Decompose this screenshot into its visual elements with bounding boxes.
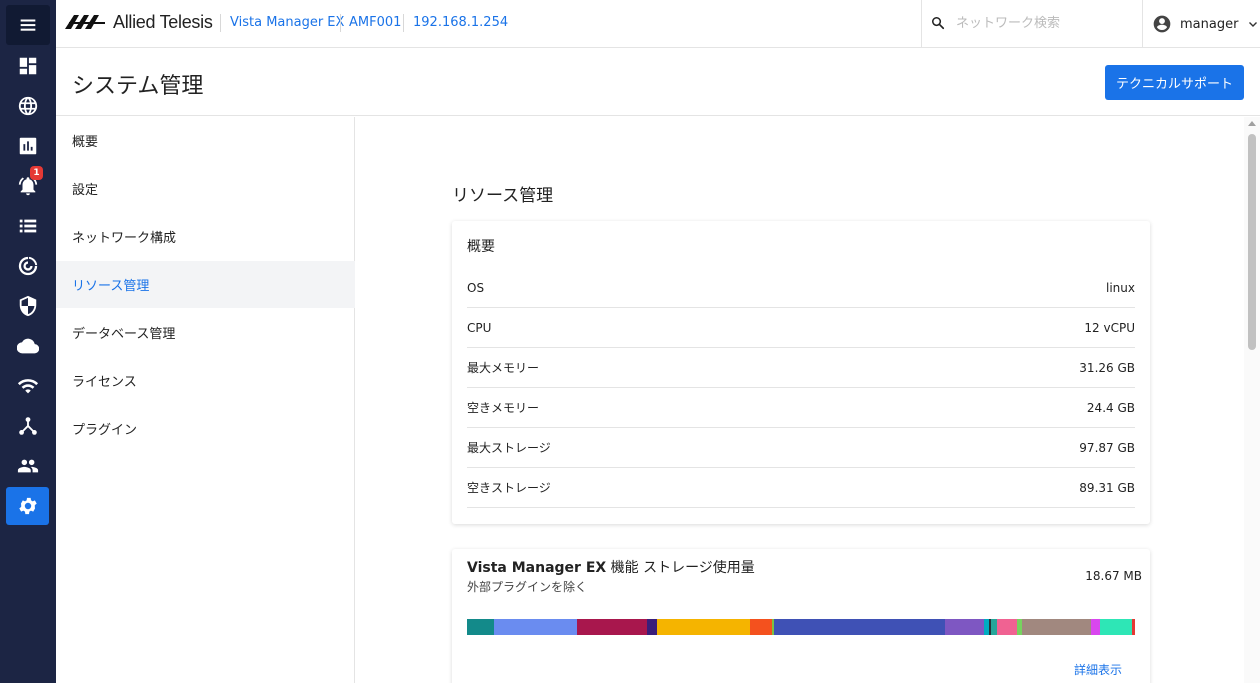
subnav-item-resource-management[interactable]: リソース管理 xyxy=(56,261,355,308)
network-search xyxy=(921,0,1143,47)
storage-usage-bar xyxy=(467,619,1135,635)
page-header: システム管理 テクニカルサポート xyxy=(56,48,1260,116)
storage-segment[interactable] xyxy=(646,619,658,635)
chart-icon[interactable] xyxy=(6,127,49,165)
overview-row-free-storage: 空きストレージ 89.31 GB xyxy=(467,468,1135,508)
subnav-item-database-management[interactable]: データベース管理 xyxy=(56,309,355,356)
subnav-item-network-config[interactable]: ネットワーク構成 xyxy=(56,213,355,260)
breadcrumb-separator xyxy=(340,14,341,32)
shield-icon[interactable] xyxy=(6,287,49,325)
main-scrollbar[interactable] xyxy=(1244,117,1260,683)
system-admin-nav: 概要 設定 ネットワーク構成 リソース管理 データベース管理 ライセンス プラグ… xyxy=(56,117,355,683)
overview-row-free-memory: 空きメモリー 24.4 GB xyxy=(467,388,1135,428)
user-name: manager xyxy=(1180,16,1239,32)
main-content: リソース管理 概要 OS linux CPU 12 vCPU 最大メモリー 31… xyxy=(356,117,1244,683)
scrollbar-thumb[interactable] xyxy=(1248,134,1256,350)
row-value: 24.4 GB xyxy=(1086,400,1135,415)
left-rail: 1 xyxy=(0,0,56,683)
search-input[interactable] xyxy=(956,12,1136,34)
storage-usage-total: 18.67 MB xyxy=(1085,569,1142,583)
scroll-up-arrow-icon[interactable] xyxy=(1248,121,1256,126)
storage-usage-title-text: 機能 ストレージ使用量 xyxy=(606,560,755,576)
radar-icon[interactable] xyxy=(6,247,49,285)
row-value: 31.26 GB xyxy=(1079,360,1135,375)
storage-segment[interactable] xyxy=(467,619,494,635)
storage-segment[interactable] xyxy=(1099,619,1133,635)
row-value: 12 vCPU xyxy=(1084,320,1135,335)
allied-telesis-logo-icon xyxy=(65,15,105,29)
storage-usage-title: Vista Manager EX 機能 ストレージ使用量 xyxy=(467,557,755,577)
dashboard-icon[interactable] xyxy=(6,47,49,85)
overview-row-cpu: CPU 12 vCPU xyxy=(467,308,1135,348)
overview-row-os: OS linux xyxy=(467,268,1135,308)
user-account-icon xyxy=(1153,15,1171,33)
topology-icon[interactable] xyxy=(6,407,49,445)
chevron-down-icon xyxy=(1249,22,1258,27)
subnav-item-overview[interactable]: 概要 xyxy=(56,117,355,164)
row-label: CPU xyxy=(467,320,492,335)
details-link[interactable]: 詳細表示 xyxy=(1074,661,1122,678)
breadcrumb-separator xyxy=(220,14,221,32)
brand-logo[interactable]: Allied Telesis xyxy=(65,10,213,34)
row-label: 空きストレージ xyxy=(467,481,551,495)
settings-gear-icon[interactable] xyxy=(6,487,49,525)
alarm-bell-icon[interactable]: 1 xyxy=(6,166,49,205)
storage-segment[interactable] xyxy=(493,619,578,635)
row-label: OS xyxy=(467,280,485,295)
storage-segment[interactable] xyxy=(997,619,1018,635)
people-icon[interactable] xyxy=(6,447,49,485)
storage-segment[interactable] xyxy=(749,619,773,635)
subnav-item-license[interactable]: ライセンス xyxy=(56,357,355,404)
breadcrumb-ip-address[interactable]: 192.168.1.254 xyxy=(413,15,508,30)
storage-segment[interactable] xyxy=(1132,619,1135,635)
row-label: 最大メモリー xyxy=(467,361,540,375)
alarm-count-badge: 1 xyxy=(30,166,43,180)
storage-segment[interactable] xyxy=(657,619,750,635)
subnav-item-plugins[interactable]: プラグイン xyxy=(56,405,355,452)
page-title: システム管理 xyxy=(72,74,204,99)
globe-icon[interactable] xyxy=(6,87,49,125)
row-value: 89.31 GB xyxy=(1079,480,1135,495)
storage-usage-subtitle: 外部プラグインを除く xyxy=(467,580,588,594)
breadcrumb-network[interactable]: AMF001 xyxy=(349,15,401,30)
breadcrumb-product[interactable]: Vista Manager EX xyxy=(230,15,344,30)
overview-row-max-storage: 最大ストレージ 97.87 GB xyxy=(467,428,1135,468)
storage-usage-card: Vista Manager EX 機能 ストレージ使用量 外部プラグインを除く … xyxy=(452,549,1150,683)
row-value: linux xyxy=(1106,280,1135,295)
top-bar: Allied Telesis Vista Manager EX AMF001 1… xyxy=(56,0,1260,48)
storage-segment[interactable] xyxy=(945,619,985,635)
storage-segment[interactable] xyxy=(577,619,647,635)
cloud-icon[interactable] xyxy=(6,327,49,365)
row-label: 空きメモリー xyxy=(467,401,540,415)
brand-name: Allied Telesis xyxy=(113,11,213,32)
technical-support-button[interactable]: テクニカルサポート xyxy=(1105,65,1244,100)
search-icon xyxy=(931,16,945,30)
row-value: 97.87 GB xyxy=(1079,440,1135,455)
subnav-item-settings[interactable]: 設定 xyxy=(56,165,355,212)
wifi-icon[interactable] xyxy=(6,367,49,405)
overview-card: 概要 OS linux CPU 12 vCPU 最大メモリー 31.26 GB … xyxy=(452,221,1150,524)
user-menu[interactable]: manager xyxy=(1152,12,1258,36)
storage-segment[interactable] xyxy=(774,619,946,635)
section-title: リソース管理 xyxy=(452,186,554,206)
storage-usage-title-product: Vista Manager EX xyxy=(467,560,607,576)
storage-segment[interactable] xyxy=(1021,619,1092,635)
overview-card-title: 概要 xyxy=(467,239,495,255)
menu-icon[interactable] xyxy=(6,5,50,45)
row-label: 最大ストレージ xyxy=(467,441,551,455)
breadcrumb-separator xyxy=(403,14,404,32)
overview-row-max-memory: 最大メモリー 31.26 GB xyxy=(467,348,1135,388)
storage-segment[interactable] xyxy=(1091,619,1100,635)
list-icon[interactable] xyxy=(6,207,49,245)
